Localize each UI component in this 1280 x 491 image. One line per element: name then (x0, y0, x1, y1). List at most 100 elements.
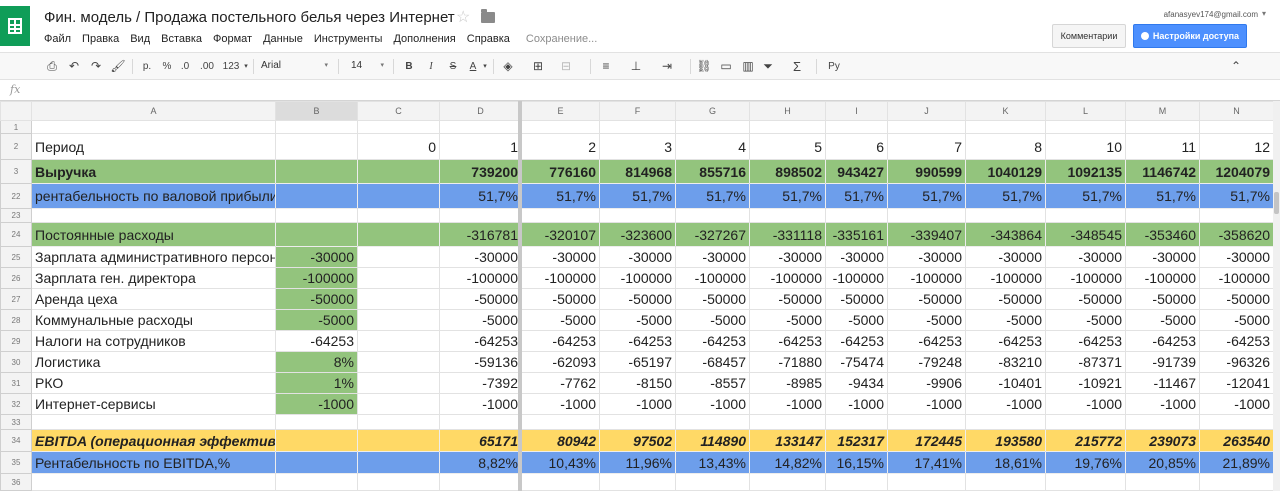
cell-n28[interactable]: -5000 (1199, 309, 1274, 331)
input-tools-button[interactable]: Ру (824, 58, 844, 74)
cell-j34[interactable]: 172445 (887, 429, 966, 452)
column-header-i[interactable]: I (825, 101, 888, 121)
cell-h24[interactable]: -331118 (749, 222, 826, 247)
cell-d32[interactable]: -1000 (439, 393, 522, 415)
row-header[interactable]: 28 (0, 309, 32, 331)
insert-link-icon[interactable]: ⛓ (696, 58, 712, 74)
cell-g2[interactable]: 4 (675, 133, 750, 160)
cell-l26[interactable]: -100000 (1045, 267, 1126, 289)
cell-d34[interactable]: 65171 (439, 429, 522, 452)
text-color-button[interactable]: A (466, 58, 480, 74)
cell-b24[interactable] (275, 222, 358, 247)
cell-k28[interactable]: -5000 (965, 309, 1046, 331)
cell-a22[interactable]: рентабельность по валовой прибыли (31, 183, 276, 209)
chevron-down-icon[interactable]: ▾ (242, 58, 250, 74)
share-button[interactable]: Настройки доступа (1133, 24, 1247, 48)
row-header[interactable]: 27 (0, 288, 32, 310)
cell-m35[interactable]: 20,85% (1125, 451, 1200, 474)
cell-e34[interactable]: 80942 (521, 429, 600, 452)
cell-n24[interactable]: -358620 (1199, 222, 1274, 247)
cell-m28[interactable]: -5000 (1125, 309, 1200, 331)
cell-b23[interactable] (275, 208, 358, 223)
cell-l24[interactable]: -348545 (1045, 222, 1126, 247)
cell-f24[interactable]: -323600 (599, 222, 676, 247)
cell-k34[interactable]: 193580 (965, 429, 1046, 452)
comments-button[interactable]: Комментарии (1052, 24, 1126, 48)
cell-h3[interactable]: 898502 (749, 159, 826, 184)
cell-a35[interactable]: Рентабельность по EBITDA,% (31, 451, 276, 474)
column-header-c[interactable]: C (357, 101, 440, 121)
cell-f32[interactable]: -1000 (599, 393, 676, 415)
formula-input[interactable] (30, 82, 1270, 98)
cell-j29[interactable]: -64253 (887, 330, 966, 352)
column-header-j[interactable]: J (887, 101, 966, 121)
cell-k2[interactable]: 8 (965, 133, 1046, 160)
cell-k22[interactable]: 51,7% (965, 183, 1046, 209)
frozen-columns-divider[interactable] (518, 101, 522, 491)
cell-n23[interactable] (1199, 208, 1274, 223)
cell-g36[interactable] (675, 473, 750, 491)
cell-m23[interactable] (1125, 208, 1200, 223)
cell-l35[interactable]: 19,76% (1045, 451, 1126, 474)
cell-f31[interactable]: -8150 (599, 372, 676, 394)
align-horizontal-icon[interactable]: ≡ (598, 58, 614, 74)
row-header[interactable]: 34 (0, 429, 32, 452)
menu-addons[interactable]: Дополнения (393, 33, 455, 45)
cell-a31[interactable]: РКО (31, 372, 276, 394)
cell-e26[interactable]: -100000 (521, 267, 600, 289)
cell-i35[interactable]: 16,15% (825, 451, 888, 474)
cell-e31[interactable]: -7762 (521, 372, 600, 394)
cell-b1[interactable] (275, 120, 358, 134)
cell-b30[interactable]: 8% (275, 351, 358, 373)
cell-d29[interactable]: -64253 (439, 330, 522, 352)
cell-e36[interactable] (521, 473, 600, 491)
cell-n31[interactable]: -12041 (1199, 372, 1274, 394)
cell-f34[interactable]: 97502 (599, 429, 676, 452)
cell-l36[interactable] (1045, 473, 1126, 491)
cell-a28[interactable]: Коммунальные расходы (31, 309, 276, 331)
cell-n3[interactable]: 1204079 (1199, 159, 1274, 184)
cell-a33[interactable] (31, 414, 276, 430)
cell-k32[interactable]: -1000 (965, 393, 1046, 415)
cell-k27[interactable]: -50000 (965, 288, 1046, 310)
cell-e24[interactable]: -320107 (521, 222, 600, 247)
scrollbar-thumb[interactable] (1274, 192, 1279, 214)
row-header[interactable]: 31 (0, 372, 32, 394)
cell-i32[interactable]: -1000 (825, 393, 888, 415)
cell-g35[interactable]: 13,43% (675, 451, 750, 474)
cell-g1[interactable] (675, 120, 750, 134)
cell-j25[interactable]: -30000 (887, 246, 966, 268)
row-header[interactable]: 33 (0, 414, 32, 430)
cell-j32[interactable]: -1000 (887, 393, 966, 415)
cell-i3[interactable]: 943427 (825, 159, 888, 184)
cell-l28[interactable]: -5000 (1045, 309, 1126, 331)
cell-d28[interactable]: -5000 (439, 309, 522, 331)
cell-i22[interactable]: 51,7% (825, 183, 888, 209)
cell-g28[interactable]: -5000 (675, 309, 750, 331)
cell-i31[interactable]: -9434 (825, 372, 888, 394)
cell-j35[interactable]: 17,41% (887, 451, 966, 474)
menu-edit[interactable]: Правка (82, 33, 119, 45)
font-size-select[interactable]: 14 ▾ (348, 58, 386, 75)
cell-l34[interactable]: 215772 (1045, 429, 1126, 452)
cell-l22[interactable]: 51,7% (1045, 183, 1126, 209)
cell-i1[interactable] (825, 120, 888, 134)
cell-n2[interactable]: 12 (1199, 133, 1274, 160)
cell-l33[interactable] (1045, 414, 1126, 430)
cell-e28[interactable]: -5000 (521, 309, 600, 331)
row-header[interactable]: 22 (0, 183, 32, 209)
cell-l1[interactable] (1045, 120, 1126, 134)
menu-data[interactable]: Данные (263, 33, 303, 45)
cell-k25[interactable]: -30000 (965, 246, 1046, 268)
cell-f23[interactable] (599, 208, 676, 223)
cell-k33[interactable] (965, 414, 1046, 430)
italic-button[interactable]: I (424, 58, 438, 74)
insert-chart-icon[interactable]: ▥ (740, 58, 756, 74)
menu-file[interactable]: Файл (44, 33, 71, 45)
cell-k23[interactable] (965, 208, 1046, 223)
star-icon[interactable]: ☆ (456, 7, 470, 27)
cell-m25[interactable]: -30000 (1125, 246, 1200, 268)
cell-h27[interactable]: -50000 (749, 288, 826, 310)
cell-g3[interactable]: 855716 (675, 159, 750, 184)
cell-f36[interactable] (599, 473, 676, 491)
